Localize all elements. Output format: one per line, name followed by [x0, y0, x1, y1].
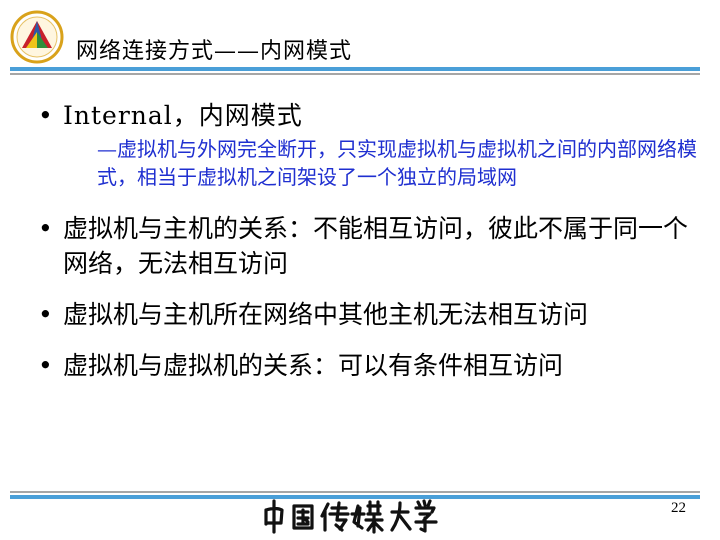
bullet-dot: •: [38, 214, 53, 243]
university-logo-icon: [10, 10, 64, 64]
sub-description-text: —虚拟机与外网完全断开，只实现虚拟机与虚拟机之间的内部网络模式，相当于虚拟机之间…: [97, 137, 697, 189]
bullet-list: • Internal，内网模式 —虚拟机与外网完全断开，只实现虚拟机与虚拟机之间…: [38, 98, 706, 383]
bullet-item-host-relation: • 虚拟机与主机的关系：不能相互访问，彼此不属于同一个网络，无法相互访问: [38, 211, 706, 281]
slide-title: 网络连接方式——内网模式: [76, 39, 353, 64]
bullet-dot: •: [38, 101, 53, 130]
bullet-item-internal: • Internal，内网模式 —虚拟机与外网完全断开，只实现虚拟机与虚拟机之间…: [38, 98, 706, 191]
bullet-text: 虚拟机与主机的关系：不能相互访问，彼此不属于同一个网络，无法相互访问: [63, 214, 689, 278]
bullet-text: Internal，内网模式: [63, 101, 303, 130]
bullet-dot: •: [38, 300, 53, 329]
bullet-text: 虚拟机与主机所在网络中其他主机无法相互访问: [63, 300, 589, 329]
header-divider: [10, 67, 700, 75]
university-calligraphy-logo: [258, 498, 438, 534]
bullet-text: 虚拟机与虚拟机的关系：可以有条件相互访问: [63, 351, 564, 380]
sub-description: —虚拟机与外网完全断开，只实现虚拟机与虚拟机之间的内部网络模式，相当于虚拟机之间…: [69, 135, 706, 191]
bullet-item-other-hosts: • 虚拟机与主机所在网络中其他主机无法相互访问: [38, 297, 706, 332]
bullet-item-vm-relation: • 虚拟机与虚拟机的关系：可以有条件相互访问: [38, 348, 706, 383]
page-number: 22: [671, 500, 686, 516]
bullet-dot: •: [38, 351, 53, 380]
